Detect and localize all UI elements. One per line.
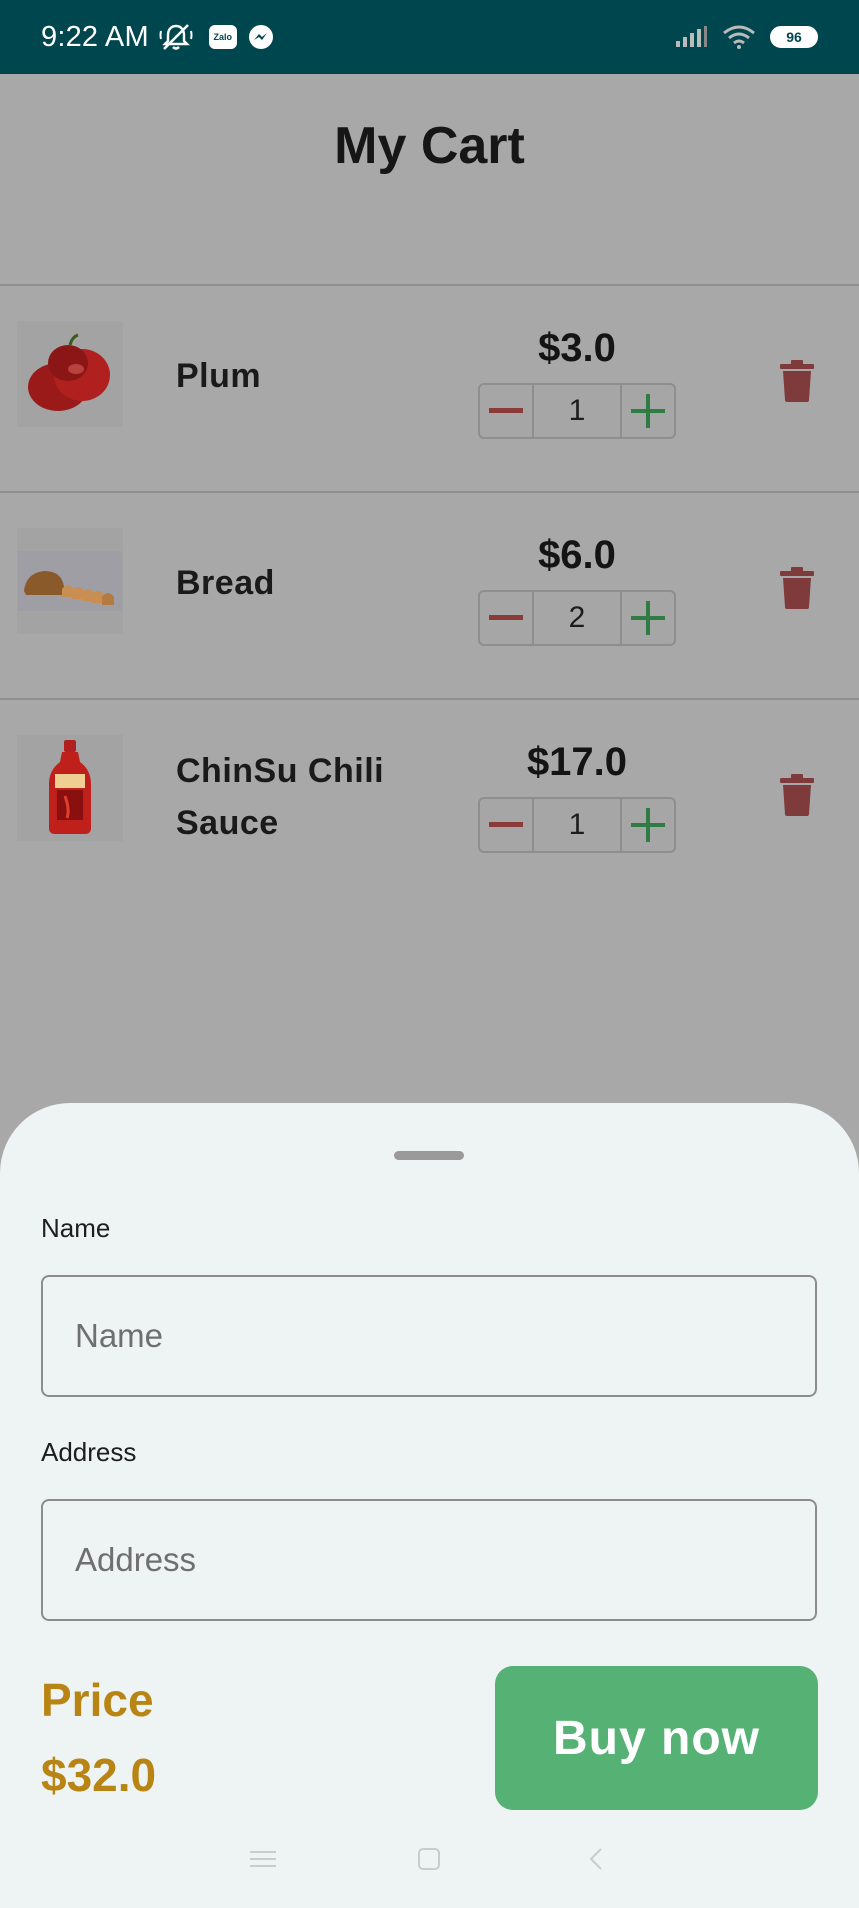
total-price-value: $32.0 [41,1749,157,1801]
bread-image [17,528,123,634]
quantity-value: 1 [568,808,586,841]
system-nav-bar [0,1830,859,1888]
item-price: $6.0 [538,533,616,577]
home-icon [418,1848,441,1870]
item-name: Plum [176,357,262,395]
signal-icon [674,25,708,49]
total-price-label: Price [41,1674,154,1726]
address-input[interactable] [41,1499,817,1621]
item-name: ChinSu Chili Sauce [176,752,385,842]
decrease-button[interactable] [480,799,534,851]
increase-button[interactable] [620,799,674,851]
drag-handle[interactable] [394,1151,464,1160]
increase-button[interactable] [620,592,674,644]
trash-icon [780,567,814,609]
buy-now-button[interactable]: Buy now [495,1666,818,1810]
minus-icon [489,408,523,413]
quantity-stepper: 1 [478,797,676,853]
delete-button[interactable] [780,360,814,402]
quantity-stepper: 2 [478,590,676,646]
plum-image [17,321,123,427]
back-icon [589,1848,602,1870]
menu-icon [250,1851,277,1867]
status-bar: 9:22 AM Zalo 96 [0,0,859,74]
name-label: Name [41,1213,111,1243]
back-button[interactable] [566,1839,626,1879]
zalo-icon: Zalo [208,25,237,49]
trash-icon [780,360,814,402]
wifi-icon [722,24,756,50]
trash-icon [780,774,814,816]
minus-icon [489,615,523,620]
battery-icon: 96 [770,26,818,48]
checkout-sheet: Name Address Price $32.0 Buy now [0,1103,859,1908]
menu-button[interactable] [233,1839,293,1879]
quantity-stepper: 1 [478,383,676,439]
delete-button[interactable] [780,774,814,816]
plus-icon [631,808,665,842]
home-button[interactable] [399,1839,459,1879]
decrease-button[interactable] [480,385,534,437]
minus-icon [489,822,523,827]
status-time: 9:22 AM [41,20,149,53]
plus-icon [631,601,665,635]
delete-button[interactable] [780,567,814,609]
decrease-button[interactable] [480,592,534,644]
quantity-value: 2 [568,601,586,634]
messenger-icon [247,23,275,51]
cart-item: Plum $3.0 1 [0,286,859,491]
cart-item: Bread $6.0 2 [0,493,859,698]
address-label: Address [41,1437,137,1467]
increase-button[interactable] [620,385,674,437]
plus-icon [631,394,665,428]
item-name: Bread [176,564,275,602]
page-title: My Cart [334,117,525,175]
page-header: My Cart [0,74,859,285]
mute-icon [159,22,193,52]
chili-sauce-image [17,735,123,841]
quantity-value: 1 [568,394,586,427]
item-price: $17.0 [526,740,628,784]
name-input[interactable] [41,1275,817,1397]
cart-item: ChinSu Chili Sauce $17.0 1 [0,700,859,905]
item-price: $3.0 [538,326,616,370]
